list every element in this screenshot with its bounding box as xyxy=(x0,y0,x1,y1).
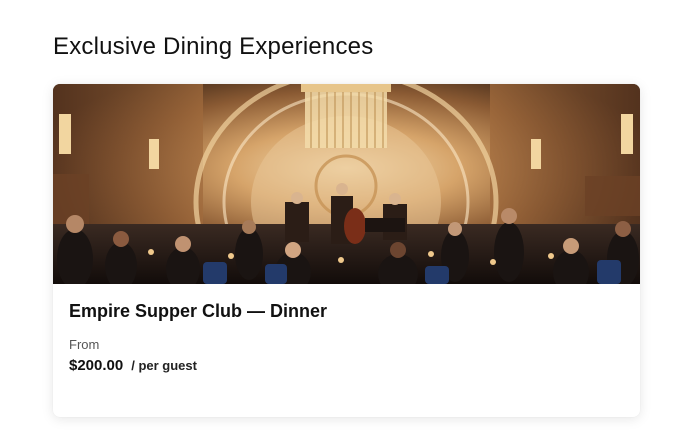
price-row: $200.00 / per guest xyxy=(69,357,624,374)
section-title: Exclusive Dining Experiences xyxy=(53,33,374,60)
card-image[interactable] xyxy=(53,84,640,284)
dining-experience-card[interactable]: Empire Supper Club — Dinner From $200.00… xyxy=(53,84,640,417)
price-from-label: From xyxy=(69,337,100,352)
price-value: $200.00 xyxy=(69,357,124,374)
price-unit: / per guest xyxy=(131,358,197,373)
card-body: Empire Supper Club — Dinner From $200.00… xyxy=(69,298,624,374)
page: Exclusive Dining Experiences Empire Supp… xyxy=(0,0,692,439)
card-title[interactable]: Empire Supper Club — Dinner xyxy=(69,298,624,324)
